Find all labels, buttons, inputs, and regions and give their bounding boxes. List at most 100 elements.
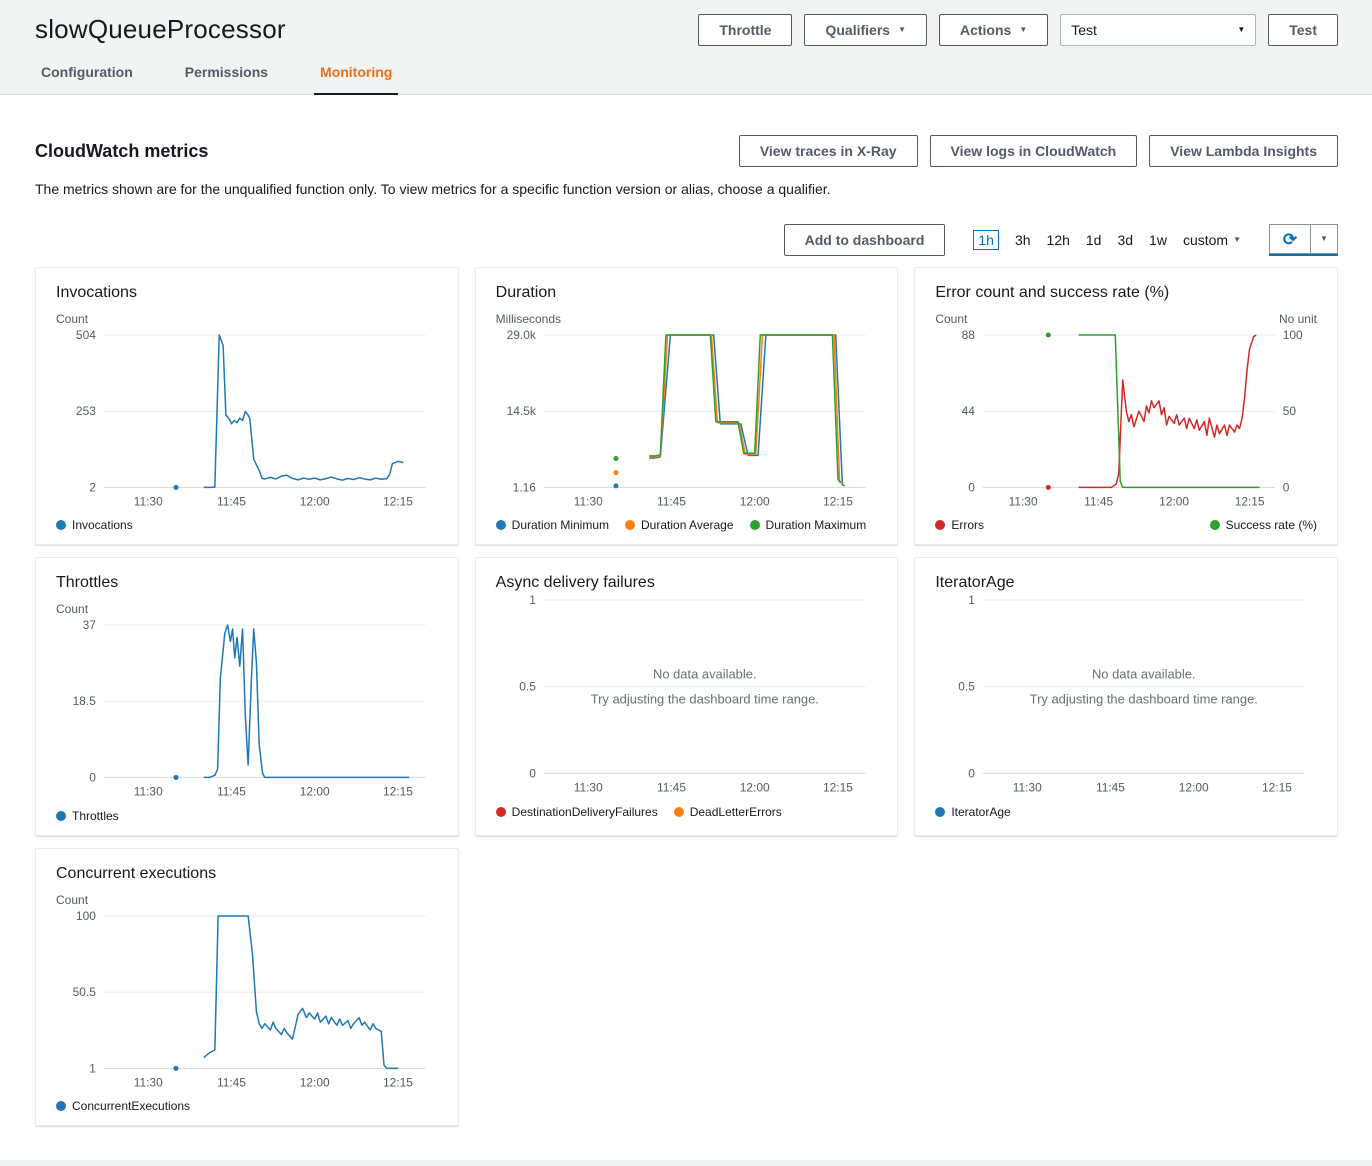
chart-title: IteratorAge: [935, 574, 1317, 592]
metrics-toolbar: Add to dashboard 1h 3h 12h 1d 3d 1w cust…: [35, 223, 1338, 257]
axis-units: Count: [56, 312, 438, 327]
legend-marker-icon: [935, 807, 945, 817]
legend-label: ConcurrentExecutions: [72, 1099, 190, 1113]
chart-legend: Invocations: [56, 518, 438, 532]
legend-item[interactable]: DeadLetterErrors: [674, 805, 782, 819]
legend-item[interactable]: IteratorAge: [935, 805, 1010, 819]
svg-text:12:00: 12:00: [739, 494, 769, 508]
y-axis-unit-left: Count: [56, 602, 88, 617]
chart-title: Duration: [496, 284, 878, 302]
legend-marker-icon: [56, 811, 66, 821]
range-option-12h[interactable]: 12h: [1047, 232, 1070, 248]
page-title: slowQueueProcessor: [35, 14, 286, 45]
range-option-3d[interactable]: 3d: [1117, 232, 1133, 248]
legend-label: Duration Minimum: [512, 518, 609, 532]
legend-marker-icon: [56, 520, 66, 530]
metric-card-duration: DurationMilliseconds29.0k14.5k1.1611:301…: [475, 267, 899, 545]
legend-item[interactable]: Duration Maximum: [750, 518, 867, 532]
legend-item[interactable]: ConcurrentExecutions: [56, 1099, 190, 1113]
axis-units: Milliseconds: [496, 312, 878, 327]
svg-text:11:30: 11:30: [573, 494, 602, 508]
legend-label: Duration Maximum: [766, 518, 867, 532]
legend-item[interactable]: Errors: [935, 518, 984, 532]
y-axis-unit-left: Count: [56, 312, 88, 327]
legend-item[interactable]: Success rate (%): [1210, 518, 1317, 532]
qualifier-select[interactable]: Test ▼: [1060, 14, 1256, 46]
refresh-button[interactable]: ⟳: [1269, 224, 1311, 254]
svg-text:11:30: 11:30: [1009, 494, 1038, 508]
caret-down-icon: ▼: [898, 26, 906, 34]
svg-text:0: 0: [969, 480, 976, 494]
qualifier-select-value: Test: [1071, 22, 1097, 38]
time-range-selector: 1h 3h 12h 1d 3d 1w custom ▼: [967, 230, 1247, 250]
throttle-button[interactable]: Throttle: [698, 14, 792, 46]
svg-text:1: 1: [89, 1061, 96, 1075]
legend-marker-icon: [625, 520, 635, 530]
metric-card-invocations: InvocationsCount504253211:3011:4512:0012…: [35, 267, 459, 545]
actions-button[interactable]: Actions ▼: [939, 14, 1048, 46]
qualifiers-button[interactable]: Qualifiers ▼: [804, 14, 927, 46]
svg-text:12:00: 12:00: [1160, 494, 1190, 508]
svg-text:11:30: 11:30: [134, 785, 163, 799]
svg-text:11:30: 11:30: [1013, 781, 1042, 795]
chart-plot-async-delivery-failures: 10.5011:3011:4512:0012:15No data availab…: [496, 592, 878, 798]
test-button[interactable]: Test: [1268, 14, 1338, 46]
axis-units: Count: [56, 893, 438, 908]
tab-permissions[interactable]: Permissions: [179, 56, 274, 94]
svg-text:12:15: 12:15: [1235, 494, 1265, 508]
svg-text:12:00: 12:00: [739, 781, 769, 795]
svg-text:0: 0: [89, 771, 96, 785]
svg-text:12:15: 12:15: [383, 494, 413, 508]
range-option-1h[interactable]: 1h: [973, 230, 999, 250]
axis-units: Count: [56, 602, 438, 617]
refresh-options-button[interactable]: ▼: [1310, 224, 1338, 254]
svg-text:0: 0: [529, 767, 536, 781]
chart-plot-error-count-and-success-rate: 8844010050011:3011:4512:0012:15: [935, 327, 1317, 512]
chart-legend: Errors Success rate (%): [935, 518, 1317, 532]
range-option-1d[interactable]: 1d: [1086, 232, 1102, 248]
legend-marker-icon: [1210, 520, 1220, 530]
legend-label: Errors: [951, 518, 984, 532]
chart-legend: ConcurrentExecutions: [56, 1099, 438, 1113]
custom-range-button[interactable]: custom ▼: [1183, 232, 1241, 248]
legend-label: Success rate (%): [1226, 518, 1317, 532]
svg-text:Try adjusting the dashboard ti: Try adjusting the dashboard time range.: [590, 692, 818, 707]
caret-down-icon: ▼: [1019, 26, 1027, 34]
legend-item[interactable]: DestinationDeliveryFailures: [496, 805, 658, 819]
svg-text:12:15: 12:15: [383, 785, 413, 799]
svg-text:12:00: 12:00: [300, 1075, 330, 1089]
tab-monitoring[interactable]: Monitoring: [314, 56, 398, 95]
svg-text:50.5: 50.5: [73, 985, 97, 999]
add-to-dashboard-button[interactable]: Add to dashboard: [784, 224, 946, 256]
chart-plot-iteratorage: 10.5011:3011:4512:0012:15No data availab…: [935, 592, 1317, 798]
actions-button-label: Actions: [960, 22, 1011, 38]
range-option-1w[interactable]: 1w: [1149, 232, 1167, 248]
tab-configuration[interactable]: Configuration: [35, 56, 139, 94]
range-option-3h[interactable]: 3h: [1015, 232, 1031, 248]
svg-text:18.5: 18.5: [73, 695, 97, 709]
legend-item[interactable]: Throttles: [56, 809, 119, 823]
metric-card-async-delivery-failures: Async delivery failures10.5011:3011:4512…: [475, 557, 899, 835]
legend-item[interactable]: Invocations: [56, 518, 133, 532]
y-axis-unit-left: Count: [56, 893, 88, 908]
metric-card-iteratorage: IteratorAge10.5011:3011:4512:0012:15No d…: [914, 557, 1338, 835]
chart-legend: IteratorAge: [935, 805, 1317, 819]
legend-item[interactable]: Duration Minimum: [496, 518, 609, 532]
chart-title: Async delivery failures: [496, 574, 878, 592]
svg-text:504: 504: [76, 328, 96, 342]
function-tabs: Configuration Permissions Monitoring: [0, 46, 1372, 95]
svg-text:12:00: 12:00: [1179, 781, 1209, 795]
view-xray-button[interactable]: View traces in X-Ray: [739, 135, 918, 167]
legend-label: IteratorAge: [951, 805, 1010, 819]
legend-item[interactable]: Duration Average: [625, 518, 734, 532]
svg-text:11:30: 11:30: [134, 494, 163, 508]
legend-marker-icon: [496, 807, 506, 817]
svg-text:No data available.: No data available.: [1092, 667, 1196, 682]
svg-text:0: 0: [1283, 480, 1290, 494]
caret-down-icon: ▼: [1237, 26, 1245, 34]
svg-text:11:30: 11:30: [134, 1075, 163, 1089]
view-lambda-insights-button[interactable]: View Lambda Insights: [1149, 135, 1338, 167]
chart-title: Error count and success rate (%): [935, 284, 1317, 302]
svg-text:88: 88: [962, 328, 976, 342]
view-cloudwatch-logs-button[interactable]: View logs in CloudWatch: [930, 135, 1138, 167]
